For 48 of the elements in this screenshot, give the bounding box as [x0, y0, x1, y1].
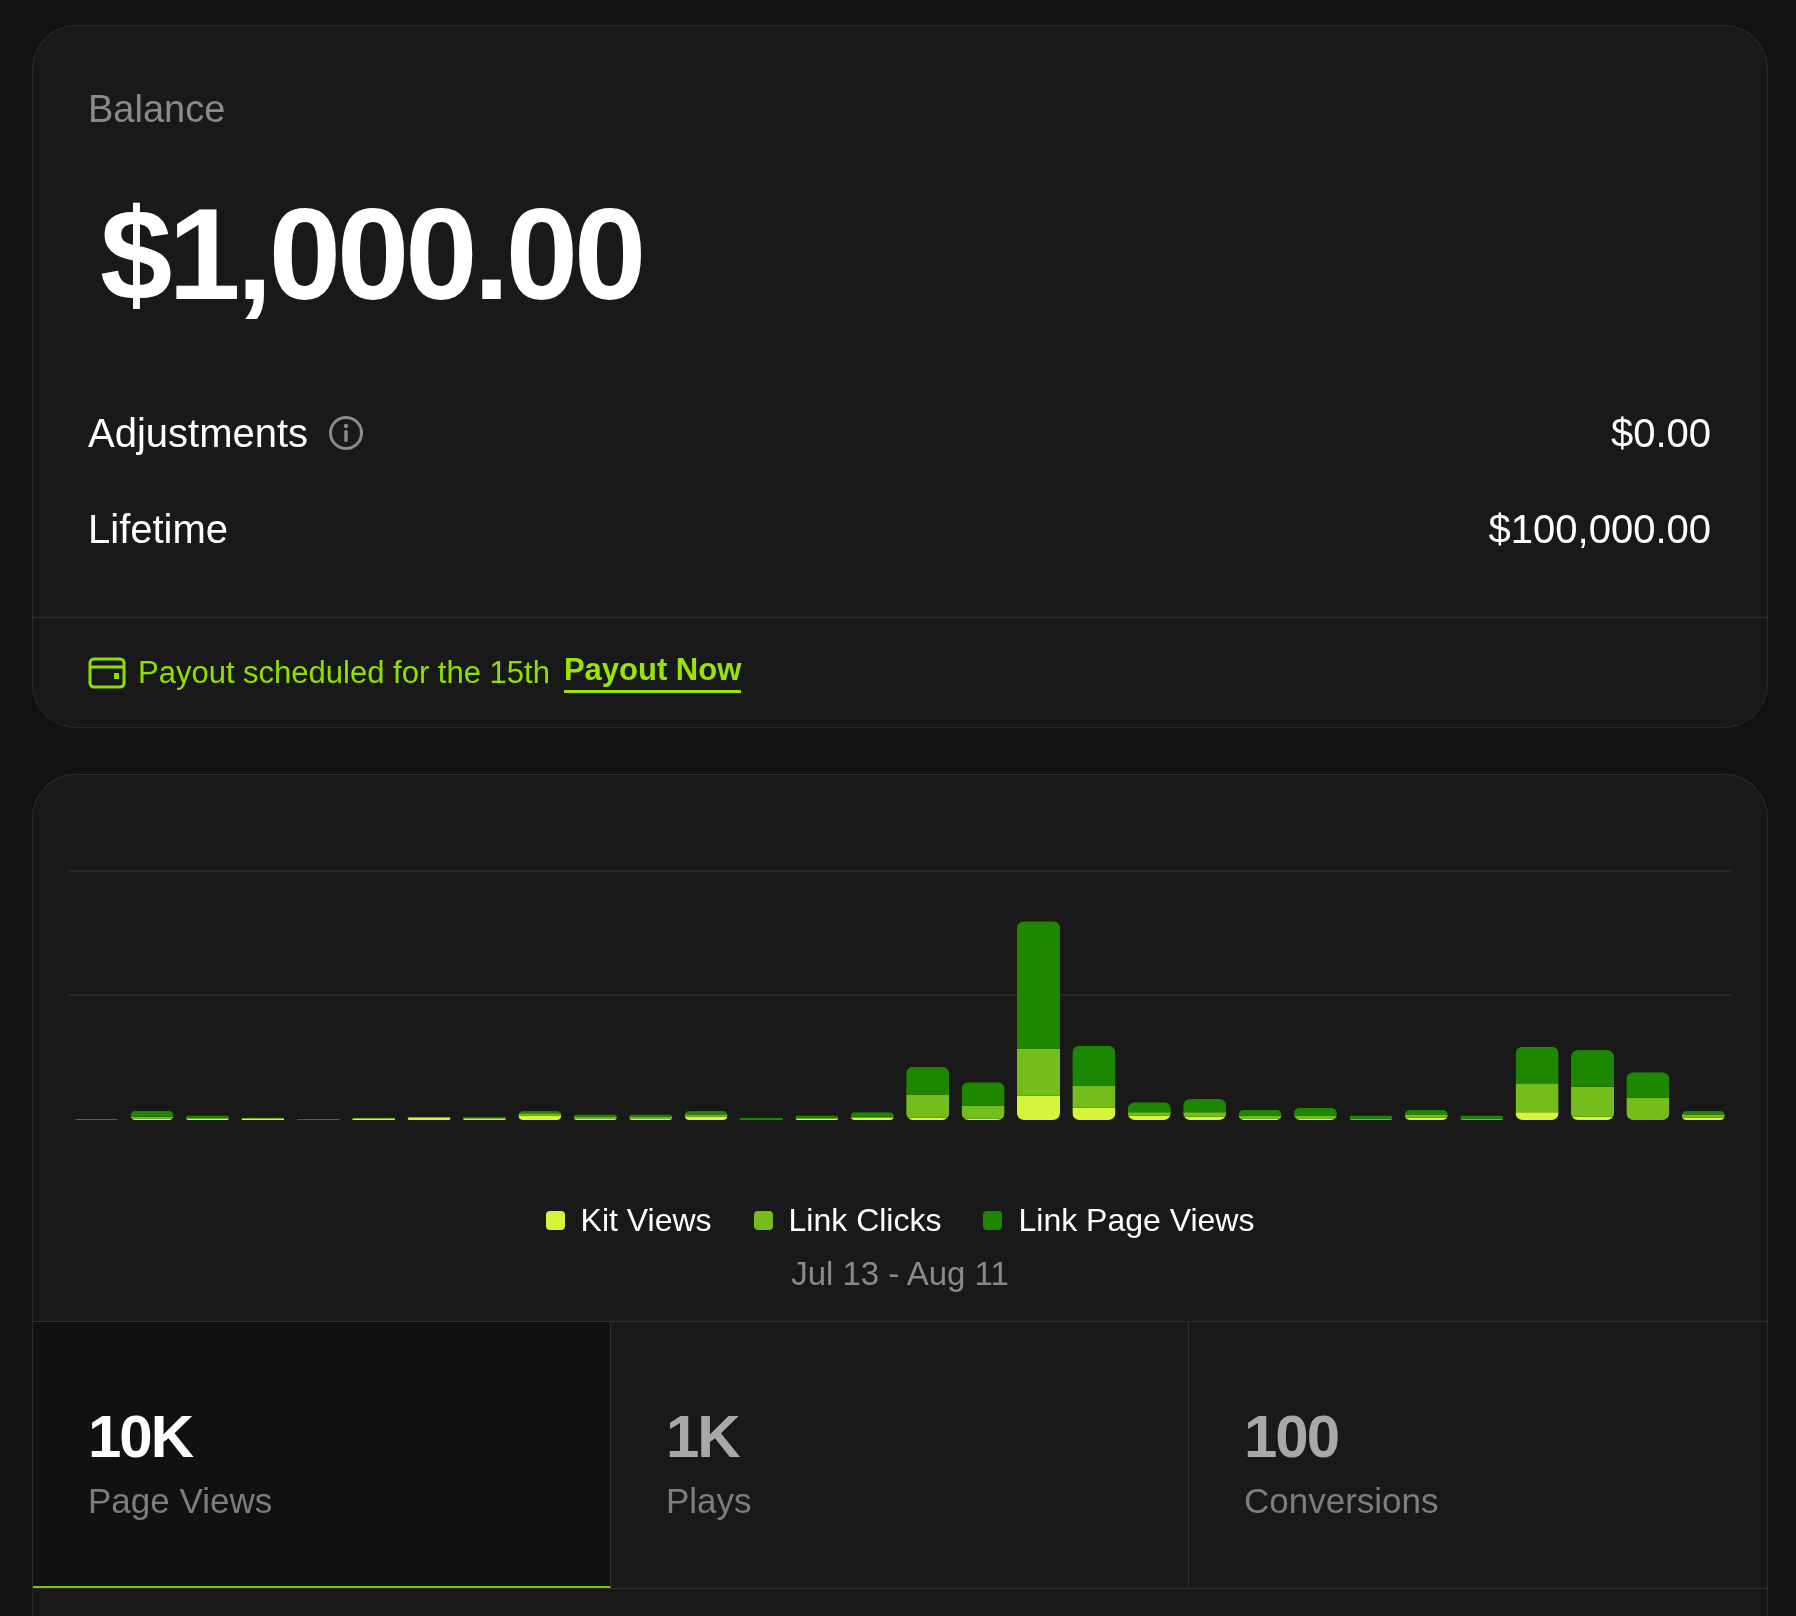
chart-bar: [518, 1111, 562, 1120]
chart-bar: [1460, 1115, 1504, 1120]
chart-bar: [573, 1114, 617, 1120]
stat-label: Conversions: [1244, 1481, 1439, 1520]
chart-bar: [1349, 1115, 1393, 1120]
payout-now-link[interactable]: Payout Now: [563, 652, 742, 693]
row-value: $0.00: [1610, 410, 1711, 456]
chart-bar: [629, 1114, 673, 1120]
row-value: $100,000.00: [1488, 506, 1711, 552]
legend-label: Kit Views: [580, 1202, 712, 1239]
wallet-icon: [88, 655, 126, 690]
chart-bar: [795, 1115, 839, 1120]
chart-bar: [1571, 1050, 1614, 1120]
stat-tab[interactable]: 10K Page Views: [33, 1322, 611, 1588]
chart-bar: [407, 1116, 451, 1120]
balance-label: Balance: [88, 88, 227, 131]
date-range: Jul 13 - Aug 11: [790, 1255, 1010, 1293]
chart-bar: [130, 1111, 174, 1120]
chart-bar: [241, 1117, 285, 1120]
chart-bar: [186, 1115, 229, 1120]
chart-bar: [740, 1117, 783, 1120]
chart-bar: [1238, 1110, 1282, 1120]
chart-bar: [1681, 1111, 1725, 1120]
stat-tab[interactable]: 1K Plays: [611, 1322, 1189, 1588]
stat-tab[interactable]: 100 Conversions: [1189, 1322, 1767, 1588]
stat-value: 1K: [666, 1402, 739, 1471]
payout-schedule-text: Payout scheduled for the 15th: [138, 654, 550, 691]
chart-bar: [1127, 1102, 1171, 1120]
stat-label: Page Views: [88, 1481, 273, 1520]
balance-amount: $1,000.00: [100, 189, 644, 319]
stat-value: 10K: [88, 1402, 193, 1471]
chart-bar: [463, 1116, 506, 1120]
stat-label: Plays: [666, 1481, 752, 1520]
chart-bar: [1294, 1107, 1337, 1120]
row-label: Adjustments: [88, 410, 309, 456]
chart-bar: [684, 1111, 728, 1120]
legend-label: Link Clicks: [788, 1202, 942, 1239]
chart-bar: [1183, 1098, 1227, 1120]
chart-bar: [961, 1082, 1005, 1120]
row-label: Lifetime: [88, 506, 229, 552]
chart-bar: [352, 1117, 396, 1120]
chart-bar: [906, 1066, 950, 1120]
chart-bar: [1404, 1110, 1448, 1120]
chart-bar: [850, 1112, 894, 1120]
stat-value: 100: [1244, 1402, 1339, 1471]
chart-bar: [1626, 1072, 1670, 1120]
legend-label: Link Page Views: [1018, 1202, 1255, 1239]
info-icon[interactable]: [328, 415, 365, 451]
